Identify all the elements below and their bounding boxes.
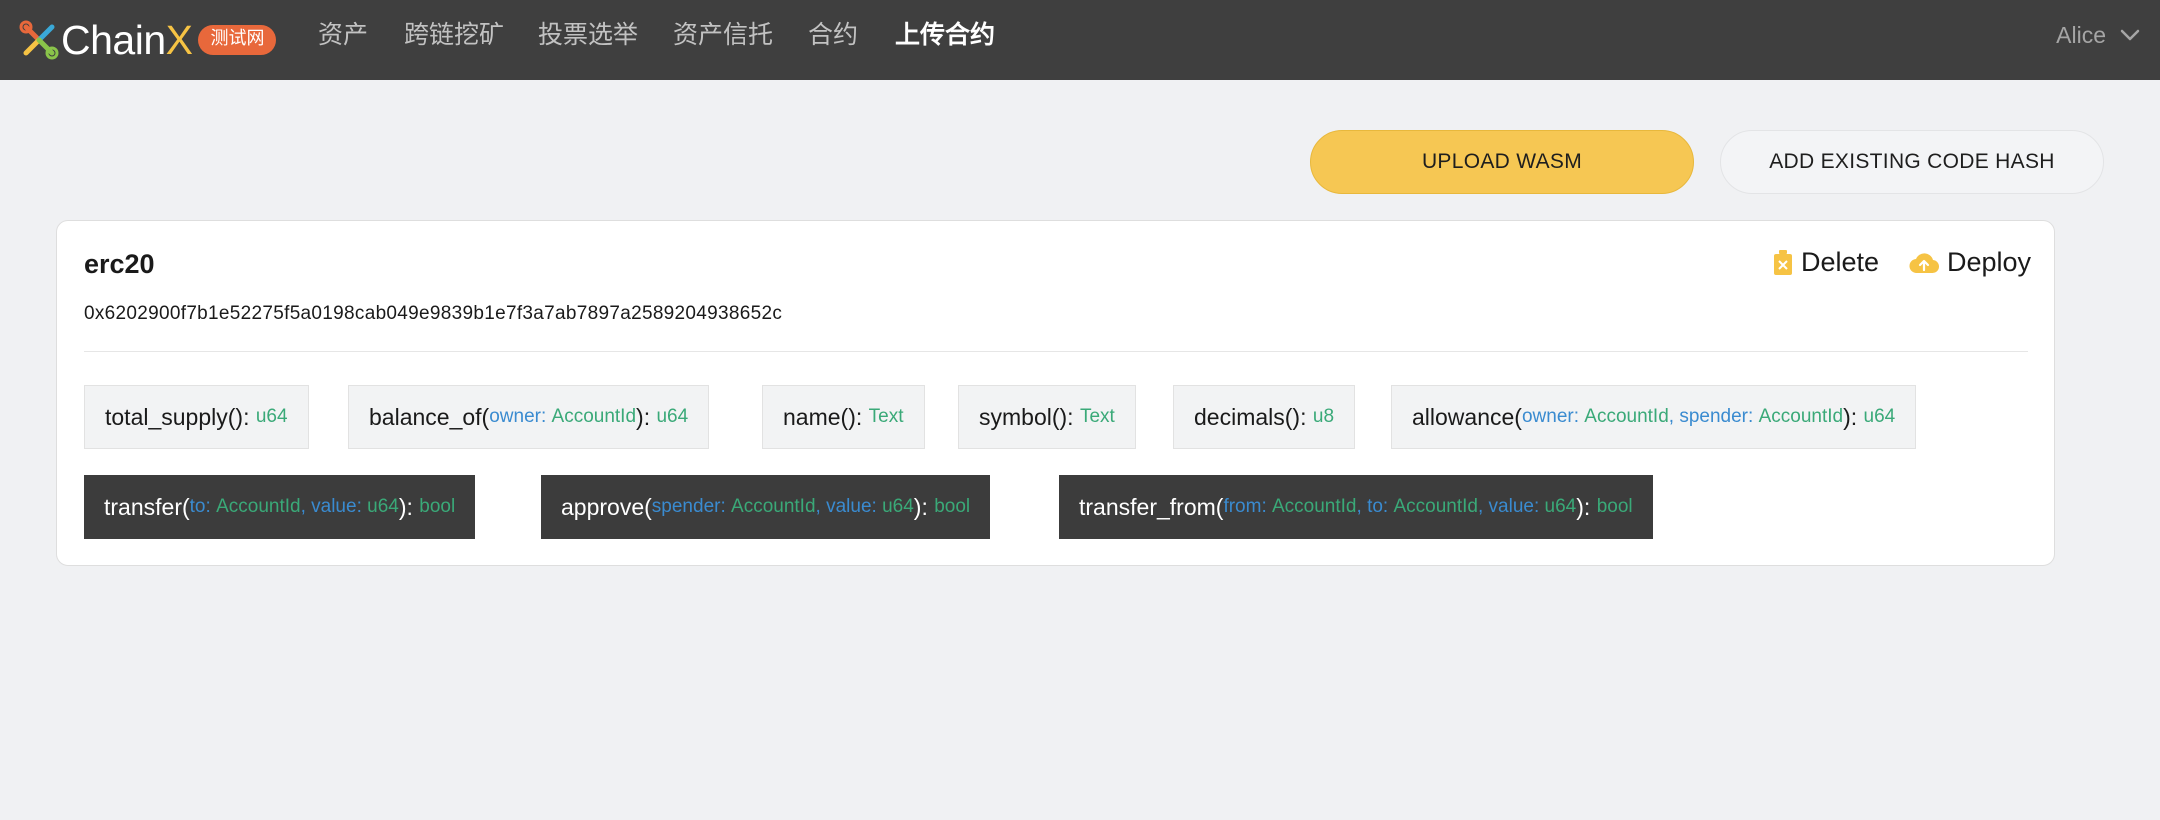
method-return-type: u64 xyxy=(1863,406,1896,427)
nav-item-contracts[interactable]: 合约 xyxy=(808,20,858,50)
method-transfer[interactable]: transfer(to: AccountId, value: u64): boo… xyxy=(84,475,476,539)
logo-wordmark: ChainX xyxy=(61,16,193,64)
top-navigation-bar: ChainX 测试网 资产 跨链挖矿 投票选举 资产信托 合约 上传合约 Ali… xyxy=(0,0,2160,80)
method-return-type: u64 xyxy=(255,406,288,427)
method-name: total_supply xyxy=(105,403,228,430)
card-divider xyxy=(84,351,2028,352)
method-name: transfer_from xyxy=(1079,493,1216,520)
method-allowance[interactable]: allowance(owner: AccountId, spender: Acc… xyxy=(1391,385,1917,449)
method-transfer-from[interactable]: transfer_from(from: AccountId, to: Accou… xyxy=(1059,475,1653,539)
contract-code-hash: 0x6202900f7b1e52275f5a0198cab049e9839b1e… xyxy=(84,303,783,324)
nav-item-assets[interactable]: 资产 xyxy=(318,20,368,50)
method-symbol[interactable]: symbol (): Text xyxy=(958,385,1136,449)
param-name: from xyxy=(1223,496,1262,517)
cloud-upload-icon xyxy=(1909,252,1939,273)
method-return-type: bool xyxy=(419,496,456,517)
trash-icon xyxy=(1774,249,1792,275)
param-name: value xyxy=(311,496,357,517)
param-name: spender xyxy=(651,496,721,517)
contract-name: erc20 xyxy=(84,249,155,279)
method-name: transfer xyxy=(104,493,182,520)
delete-button[interactable]: Delete xyxy=(1773,247,1879,278)
param-type: u64 xyxy=(882,496,914,517)
add-existing-code-hash-button[interactable]: ADD EXISTING CODE HASH xyxy=(1720,130,2104,194)
param-type: u64 xyxy=(1544,496,1577,517)
chainx-logo-icon xyxy=(19,20,59,60)
param-type: AccountId xyxy=(216,496,301,517)
method-return-type: u8 xyxy=(1312,406,1335,427)
method-name: decimals xyxy=(1194,403,1285,430)
nav-item-voting[interactable]: 投票选举 xyxy=(538,20,638,50)
method-name-getter[interactable]: name (): Text xyxy=(762,385,925,449)
method-name: approve xyxy=(561,493,645,520)
method-name: allowance xyxy=(1412,403,1515,430)
method-name: balance_of xyxy=(369,403,482,430)
param-type: AccountId xyxy=(1393,496,1478,517)
method-name: name xyxy=(783,403,841,430)
upload-wasm-button[interactable]: UPLOAD WASM xyxy=(1310,130,1694,194)
account-name: Alice xyxy=(2056,21,2106,48)
chainx-logo[interactable]: ChainX 测试网 xyxy=(19,13,277,67)
param-type: AccountId xyxy=(731,496,816,517)
method-return-type: u64 xyxy=(656,406,689,427)
method-return-type: Text xyxy=(1079,406,1115,427)
nav-item-asset-trust[interactable]: 资产信托 xyxy=(673,20,773,50)
logo-name-suffix: X xyxy=(165,16,193,63)
chevron-down-icon xyxy=(2120,29,2140,41)
method-return-type: bool xyxy=(934,496,971,517)
deploy-label: Deploy xyxy=(1947,247,2032,277)
param-name: owner xyxy=(489,406,541,427)
deploy-button[interactable]: Deploy xyxy=(1909,247,2031,278)
nav-item-upload-contract[interactable]: 上传合约 xyxy=(895,20,995,50)
method-return-type: Text xyxy=(868,406,904,427)
param-name: value xyxy=(826,496,872,517)
param-name: to xyxy=(189,496,206,517)
method-balance-of[interactable]: balance_of(owner: AccountId): u64 xyxy=(348,385,710,449)
network-badge: 测试网 xyxy=(198,25,277,55)
param-name: to xyxy=(1367,496,1383,517)
param-type: AccountId xyxy=(1758,406,1844,427)
param-name: spender xyxy=(1679,406,1749,427)
method-return-type: bool xyxy=(1596,496,1633,517)
method-decimals[interactable]: decimals (): u8 xyxy=(1173,385,1356,449)
nav-item-cross-chain-mining[interactable]: 跨链挖矿 xyxy=(404,20,504,50)
contract-card: erc20 0x6202900f7b1e52275f5a0198cab049e9… xyxy=(56,220,2055,566)
account-selector[interactable]: Alice xyxy=(2056,20,2140,50)
param-type: AccountId xyxy=(1584,406,1669,427)
method-name: symbol xyxy=(979,403,1052,430)
logo-name: Chain xyxy=(61,16,166,63)
param-type: u64 xyxy=(367,496,399,517)
delete-label: Delete xyxy=(1801,247,1880,277)
method-approve[interactable]: approve(spender: AccountId, value: u64):… xyxy=(541,475,991,539)
method-total-supply[interactable]: total_supply (): u64 xyxy=(84,385,309,449)
param-name: value xyxy=(1488,496,1534,517)
param-type: AccountId xyxy=(551,406,637,427)
param-type: AccountId xyxy=(1272,496,1357,517)
param-name: owner xyxy=(1521,406,1574,427)
